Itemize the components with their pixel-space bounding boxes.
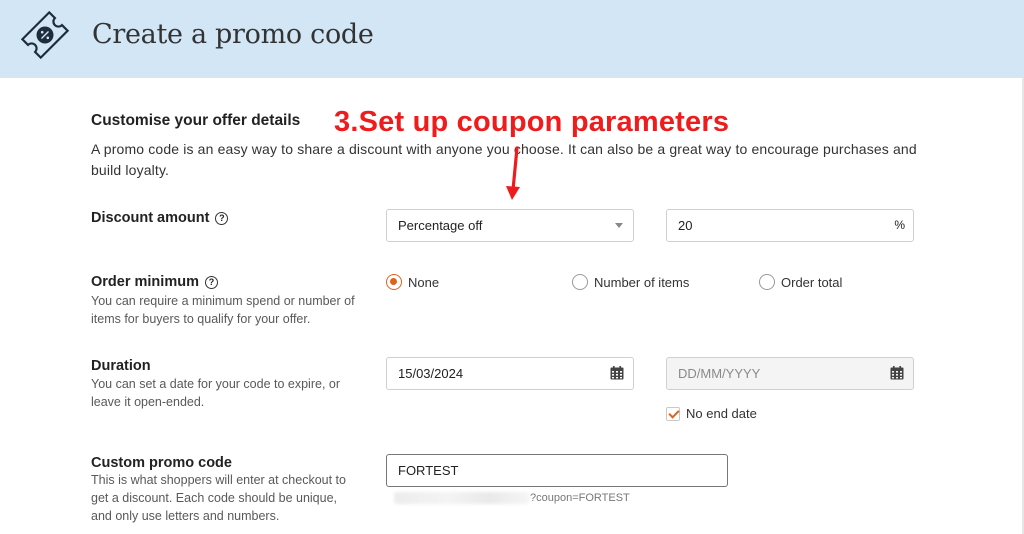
section-title: Customise your offer details <box>91 112 301 129</box>
annotation-arrow-icon <box>506 146 520 200</box>
radio-order-total[interactable]: Order total <box>759 274 842 290</box>
annotation-label: 3.Set up coupon parameters <box>334 106 730 138</box>
order-minimum-label: Order minimum? <box>91 274 218 290</box>
ticket-discount-icon <box>20 10 70 60</box>
end-date-input[interactable]: DD/MM/YYYY <box>666 357 914 390</box>
radio-button[interactable] <box>759 274 775 290</box>
start-date-input[interactable]: 15/03/2024 <box>386 357 634 390</box>
order-minimum-description: You can require a minimum spend or numbe… <box>91 294 355 326</box>
duration-label: Duration <box>91 358 151 374</box>
duration-description: You can set a date for your code to expi… <box>91 377 340 409</box>
calendar-icon[interactable] <box>890 366 904 380</box>
radio-button[interactable] <box>572 274 588 290</box>
chevron-down-icon <box>615 223 623 228</box>
discount-type-select[interactable]: Percentage off <box>386 209 634 242</box>
shop-url-redacted <box>394 492 530 504</box>
no-end-date-checkbox[interactable]: No end date <box>666 406 757 421</box>
discount-amount-input[interactable]: 20 % <box>666 209 914 242</box>
radio-none[interactable]: None <box>386 274 439 290</box>
promo-code-description: This is what shoppers will enter at chec… <box>91 473 346 523</box>
promo-code-label: Custom promo code <box>91 455 232 471</box>
page-header: Create a promo code <box>0 0 1024 78</box>
promo-code-input[interactable]: FORTEST <box>386 454 728 487</box>
calendar-icon[interactable] <box>610 366 624 380</box>
percent-suffix: % <box>894 218 905 232</box>
help-icon[interactable]: ? <box>215 212 229 225</box>
help-icon[interactable]: ? <box>204 276 218 289</box>
radio-button-selected[interactable] <box>386 274 402 290</box>
discount-label: Discount amount? <box>91 210 229 226</box>
page-title: Create a promo code <box>92 19 374 50</box>
radio-number-of-items[interactable]: Number of items <box>572 274 689 290</box>
promo-url-suffix: ?coupon=FORTEST <box>530 492 630 504</box>
checkbox-checked[interactable] <box>666 406 680 421</box>
